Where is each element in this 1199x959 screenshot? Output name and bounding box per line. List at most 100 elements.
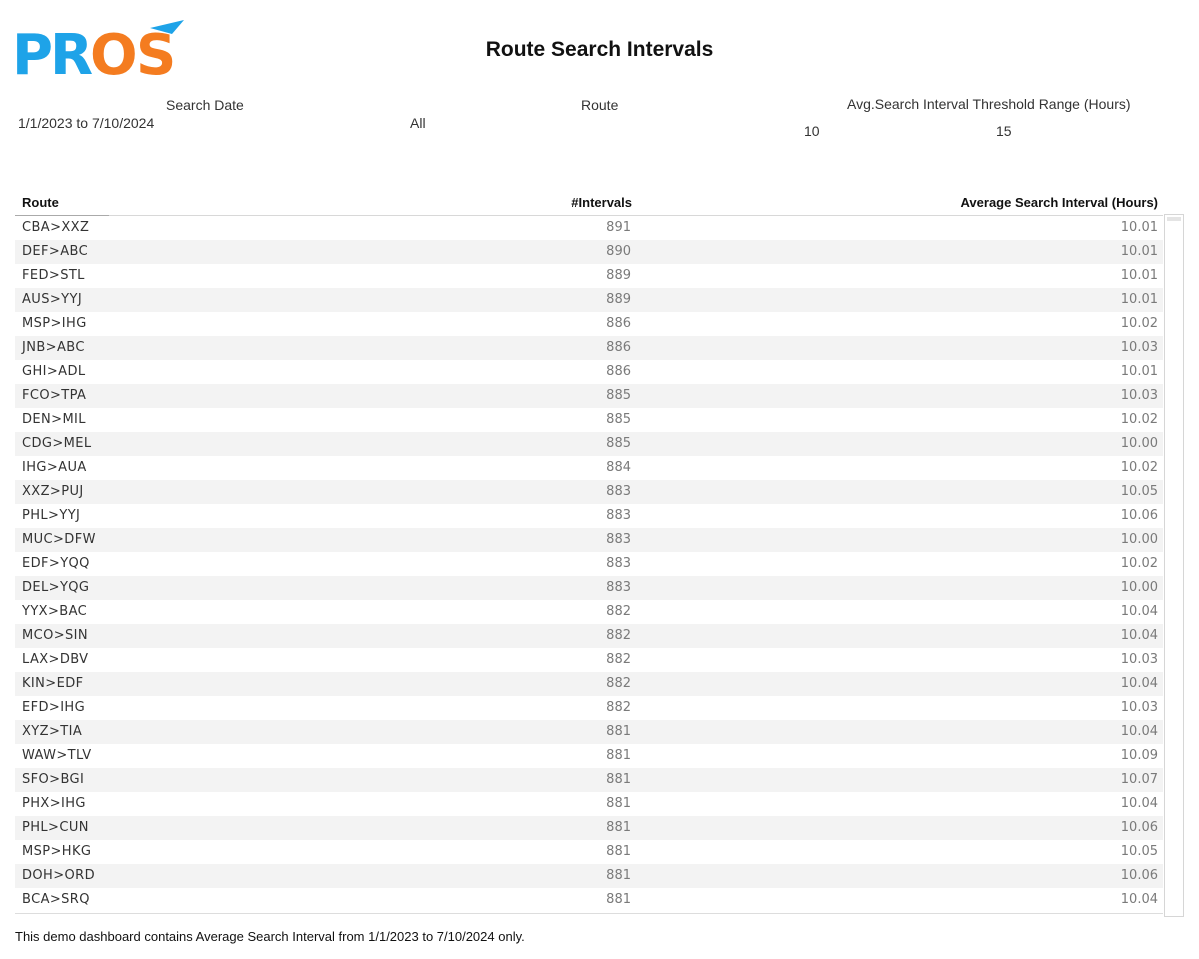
intervals-cell: 883 (606, 484, 631, 499)
table-row[interactable]: WAW>TLV 881 10.09 (15, 744, 1163, 768)
avg-interval-cell: 10.06 (1120, 508, 1158, 523)
intervals-cell: 883 (606, 556, 631, 571)
table-row[interactable]: DOH>ORD 881 10.06 (15, 864, 1163, 888)
intervals-cell: 883 (606, 532, 631, 547)
table-row[interactable]: KIN>EDF 882 10.04 (15, 672, 1163, 696)
route-table: Route #Intervals Average Search Interval… (15, 190, 1163, 912)
column-header-intervals[interactable]: #Intervals (571, 195, 632, 210)
intervals-cell: 882 (606, 628, 631, 643)
threshold-label: Avg.Search Interval Threshold Range (Hou… (847, 96, 1131, 112)
table-scrollbar[interactable] (1164, 214, 1184, 917)
route-cell: MSP>HKG (22, 844, 92, 859)
avg-interval-cell: 10.03 (1120, 340, 1158, 355)
route-cell: XXZ>PUJ (22, 484, 84, 499)
intervals-cell: 881 (606, 820, 631, 835)
avg-interval-cell: 10.02 (1120, 556, 1158, 571)
avg-interval-cell: 10.04 (1120, 676, 1158, 691)
avg-interval-cell: 10.01 (1120, 220, 1158, 235)
table-row[interactable]: JNB>ABC 886 10.03 (15, 336, 1163, 360)
table-row[interactable]: EDF>YQQ 883 10.02 (15, 552, 1163, 576)
intervals-cell: 890 (606, 244, 631, 259)
avg-interval-cell: 10.03 (1120, 700, 1158, 715)
avg-interval-cell: 10.01 (1120, 292, 1158, 307)
table-row[interactable]: XYZ>TIA 881 10.04 (15, 720, 1163, 744)
scrollbar-thumb[interactable] (1167, 217, 1181, 221)
table-header: Route #Intervals Average Search Interval… (15, 190, 1163, 216)
route-cell: PHX>IHG (22, 796, 86, 811)
table-row[interactable]: SFO>BGI 881 10.07 (15, 768, 1163, 792)
route-cell: PHL>CUN (22, 820, 89, 835)
avg-interval-cell: 10.00 (1120, 532, 1158, 547)
footnote: This demo dashboard contains Average Sea… (15, 929, 525, 944)
threshold-max[interactable]: 15 (996, 123, 1012, 139)
table-row[interactable]: DEN>MIL 885 10.02 (15, 408, 1163, 432)
intervals-cell: 889 (606, 292, 631, 307)
table-row[interactable]: CBA>XXZ 891 10.01 (15, 216, 1163, 240)
intervals-cell: 885 (606, 388, 631, 403)
table-row[interactable]: YYX>BAC 882 10.04 (15, 600, 1163, 624)
table-row[interactable]: AUS>YYJ 889 10.01 (15, 288, 1163, 312)
route-cell: EDF>YQQ (22, 556, 90, 571)
route-cell: CDG>MEL (22, 436, 92, 451)
table-row[interactable]: FCO>TPA 885 10.03 (15, 384, 1163, 408)
intervals-cell: 881 (606, 892, 631, 907)
table-row[interactable]: XXZ>PUJ 883 10.05 (15, 480, 1163, 504)
table-row[interactable]: MCO>SIN 882 10.04 (15, 624, 1163, 648)
table-row[interactable]: DEF>ABC 890 10.01 (15, 240, 1163, 264)
route-cell: DEF>ABC (22, 244, 89, 259)
avg-interval-cell: 10.02 (1120, 460, 1158, 475)
route-cell: WAW>TLV (22, 748, 92, 763)
avg-interval-cell: 10.03 (1120, 388, 1158, 403)
route-cell: IHG>AUA (22, 460, 87, 475)
table-row[interactable]: PHX>IHG 881 10.04 (15, 792, 1163, 816)
table-row[interactable]: GHI>ADL 886 10.01 (15, 360, 1163, 384)
intervals-cell: 882 (606, 676, 631, 691)
route-cell: KIN>EDF (22, 676, 84, 691)
route-cell: FED>STL (22, 268, 85, 283)
route-cell: YYX>BAC (22, 604, 88, 619)
intervals-cell: 881 (606, 796, 631, 811)
intervals-cell: 884 (606, 460, 631, 475)
table-row[interactable]: EFD>IHG 882 10.03 (15, 696, 1163, 720)
avg-interval-cell: 10.05 (1120, 844, 1158, 859)
column-header-route[interactable]: Route (22, 195, 59, 210)
threshold-min[interactable]: 10 (804, 123, 820, 139)
table-row[interactable]: MSP>HKG 881 10.05 (15, 840, 1163, 864)
avg-interval-cell: 10.03 (1120, 652, 1158, 667)
route-cell: DEN>MIL (22, 412, 86, 427)
intervals-cell: 886 (606, 316, 631, 331)
table-row[interactable]: DEL>YQG 883 10.00 (15, 576, 1163, 600)
column-header-avg-interval[interactable]: Average Search Interval (Hours) (961, 195, 1158, 210)
avg-interval-cell: 10.04 (1120, 604, 1158, 619)
avg-interval-cell: 10.04 (1120, 724, 1158, 739)
intervals-cell: 886 (606, 364, 631, 379)
intervals-cell: 881 (606, 748, 631, 763)
route-cell: LAX>DBV (22, 652, 89, 667)
search-date-filter[interactable]: 1/1/2023 to 7/10/2024 (18, 115, 154, 131)
table-row[interactable]: IHG>AUA 884 10.02 (15, 456, 1163, 480)
route-cell: MUC>DFW (22, 532, 96, 547)
avg-interval-cell: 10.01 (1120, 244, 1158, 259)
table-row[interactable]: MSP>IHG 886 10.02 (15, 312, 1163, 336)
route-cell: DEL>YQG (22, 580, 90, 595)
table-row[interactable]: LAX>DBV 882 10.03 (15, 648, 1163, 672)
route-filter[interactable]: All (410, 115, 426, 131)
route-cell: MCO>SIN (22, 628, 89, 643)
table-row[interactable]: PHL>CUN 881 10.06 (15, 816, 1163, 840)
table-bottom-border (15, 913, 1163, 914)
avg-interval-cell: 10.01 (1120, 364, 1158, 379)
avg-interval-cell: 10.02 (1120, 412, 1158, 427)
table-row[interactable]: BCA>SRQ 881 10.04 (15, 888, 1163, 912)
intervals-cell: 885 (606, 412, 631, 427)
table-row[interactable]: PHL>YYJ 883 10.06 (15, 504, 1163, 528)
table-row[interactable]: CDG>MEL 885 10.00 (15, 432, 1163, 456)
route-cell: PHL>YYJ (22, 508, 81, 523)
intervals-cell: 883 (606, 580, 631, 595)
intervals-cell: 882 (606, 604, 631, 619)
route-cell: AUS>YYJ (22, 292, 83, 307)
route-cell: XYZ>TIA (22, 724, 83, 739)
table-row[interactable]: FED>STL 889 10.01 (15, 264, 1163, 288)
dashboard: P R O S Route Search Intervals Search Da… (0, 0, 1199, 959)
table-row[interactable]: MUC>DFW 883 10.00 (15, 528, 1163, 552)
intervals-cell: 883 (606, 508, 631, 523)
